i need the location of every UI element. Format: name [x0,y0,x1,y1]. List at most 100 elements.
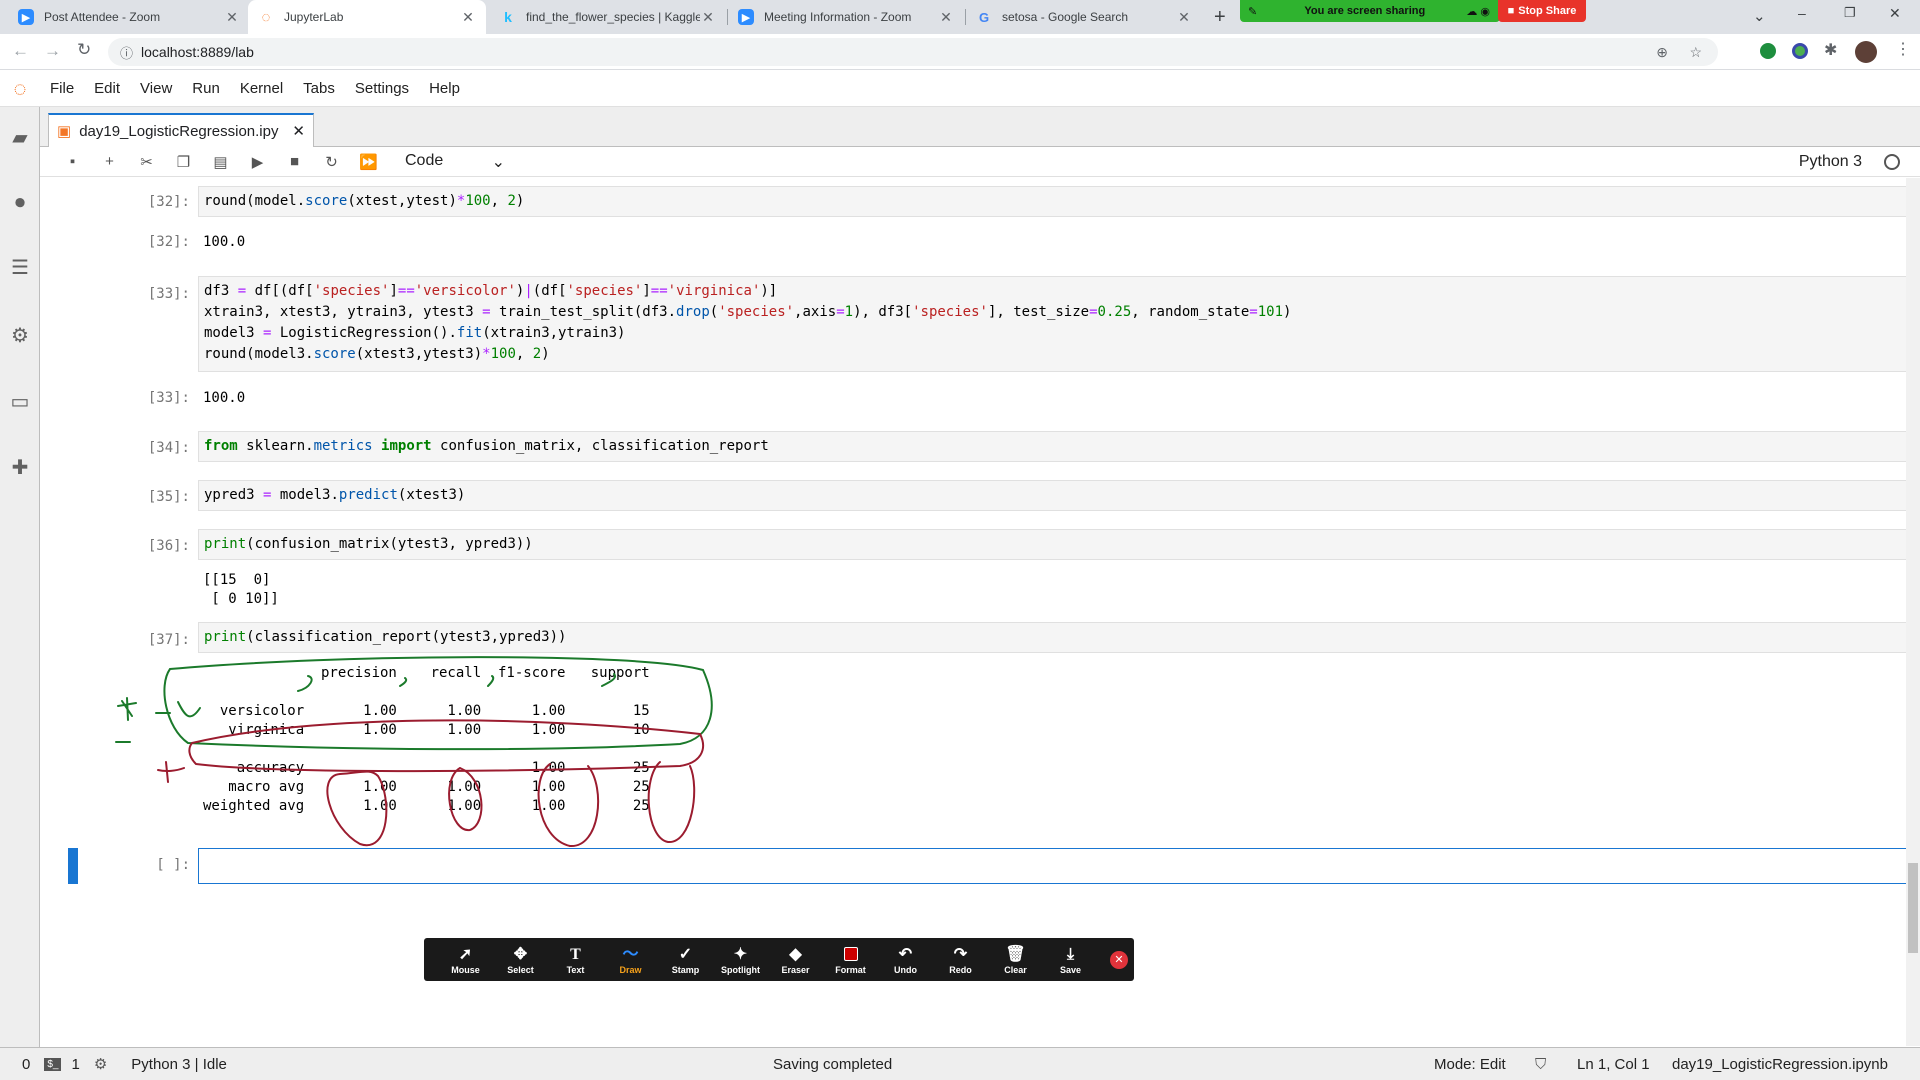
zoom-annotation-toolbar: ➚ Mouse ✥ Select T Text 〜 Draw ✓ Stamp ✦ Spotl… [424,938,1134,981]
running-icon[interactable]: ⏺ [6,189,34,217]
text-tool[interactable]: T Text [548,945,603,975]
scrollbar-thumb[interactable] [1908,863,1918,953]
eraser-icon: ◆ [789,945,802,963]
back-icon[interactable]: ← [12,41,29,61]
format-tool[interactable]: Format [823,945,878,975]
empty-code-cell[interactable] [198,848,1916,884]
file-name: day19_LogisticRegression.ipynb [1672,1055,1888,1073]
select-tool[interactable]: ✥ Select [493,945,548,975]
window-close-icon[interactable]: ✕ [1889,5,1901,22]
run-icon[interactable]: ▶ [239,153,276,171]
spotlight-tool[interactable]: ✦ Spotlight [713,945,768,975]
menu-settings[interactable]: Settings [345,80,419,97]
chevron-down-icon: ⌄ [491,153,505,171]
screen-sharing-banner[interactable]: ✎ You are screen sharing ☁ ◉ [1240,0,1500,22]
extension-icon[interactable] [1760,43,1776,59]
close-tab-icon[interactable]: ✕ [224,9,240,26]
extension-manager-icon[interactable]: ✚ [6,453,34,481]
notebook-panel: [32]: round(model.score(xtest,ytest)*100… [40,178,1920,1046]
menu-edit[interactable]: Edit [84,80,130,97]
redo-icon: ↷ [953,945,968,963]
stamp-tool[interactable]: ✓ Stamp [658,945,713,975]
browser-tab-strip: ▶ Post Attendee - Zoom ✕ ◌ JupyterLab ✕ k … [0,0,1920,34]
kernel-name[interactable]: Python 3 [1799,153,1862,171]
extension-icon[interactable] [1792,43,1808,59]
browser-tab-jupyterlab[interactable]: ◌ JupyterLab ✕ [248,0,486,34]
tab-search-icon[interactable]: ⌄ [1753,7,1766,25]
eraser-tool[interactable]: ◆ Eraser [768,945,823,975]
spotlight-icon: ✦ [733,945,748,963]
jupyter-logo-icon: ◌ [13,75,27,101]
vertical-scrollbar[interactable] [1906,178,1920,1046]
fast-forward-icon[interactable]: ⏩ [350,153,387,171]
active-cell-indicator [68,848,78,884]
terminal-icon[interactable]: $_ [44,1057,62,1071]
clear-button[interactable]: 🗑 Clear [988,945,1043,975]
minimize-icon[interactable]: – [1798,5,1806,21]
cursor-position[interactable]: Ln 1, Col 1 [1577,1056,1650,1073]
kernel-status[interactable]: Python 3 | Idle [131,1056,227,1073]
pen-annotations [115,656,713,848]
close-annotation-icon[interactable]: ✕ [1110,950,1128,969]
menu-tabs[interactable]: Tabs [293,80,345,97]
undo-button[interactable]: ↶ Undo [878,945,933,975]
notebook-tab[interactable]: ▣ day19_LogisticRegression.ipy ✕ [48,113,314,147]
menu-help[interactable]: Help [419,80,470,97]
color-swatch-icon [843,945,858,965]
save-icon[interactable]: ▪ [54,153,91,170]
menu-run[interactable]: Run [182,80,230,97]
close-tab-icon[interactable]: ✕ [938,9,954,26]
notebook-icon: ▣ [57,123,72,140]
info-icon: ⓘ [120,45,134,61]
close-tab-icon[interactable]: ✕ [700,9,716,26]
mouse-tool[interactable]: ➚ Mouse [438,945,493,975]
draw-icon: 〜 [622,945,639,963]
forward-icon[interactable]: → [44,41,61,61]
paste-icon[interactable]: ▤ [202,153,239,171]
puzzle-icon[interactable]: ✱ [1824,40,1837,60]
property-inspector-icon[interactable]: ⚙ [6,321,34,349]
tabs-icon[interactable]: ▭ [6,387,34,415]
avatar[interactable] [1855,41,1877,63]
close-icon[interactable]: ✕ [292,122,305,140]
restore-icon[interactable]: ❐ [1844,5,1856,21]
kebab-menu-icon[interactable]: ⋮ [1895,39,1911,59]
restart-icon[interactable]: ↻ [313,153,350,171]
stop-icon[interactable]: ■ [276,153,313,170]
cut-icon[interactable]: ✂ [128,153,165,171]
redo-button[interactable]: ↷ Redo [933,945,988,975]
menu-view[interactable]: View [130,80,182,97]
save-annotation-button[interactable]: ⤓ Save [1043,945,1098,975]
browser-tab-zoom-attendee[interactable]: ▶ Post Attendee - Zoom ✕ [8,0,250,34]
bookmark-star-icon[interactable]: ☆ [1689,44,1702,61]
browser-tab-zoom-meeting[interactable]: ▶ Meeting Information - Zoom ✕ [728,0,964,34]
download-icon: ⤓ [1066,945,1075,963]
share-icon: ✎ [1248,5,1258,18]
kaggle-icon: k [504,9,512,25]
close-tab-icon[interactable]: ✕ [1176,9,1192,26]
stop-share-button[interactable]: ■ Stop Share [1498,0,1586,22]
browser-tab-google[interactable]: G setosa - Google Search ✕ [966,0,1202,34]
cell-type-select[interactable]: Code ⌄ [405,152,505,172]
jupyter-icon: ◌ [261,8,271,26]
cursor-icon: ➚ [458,945,473,963]
address-bar-row: ← → ↻ ⓘ localhost:8889/lab ⊕ ☆ ✱ ⋮ [0,34,1920,70]
zoom-lens-icon[interactable]: ⊕ [1656,44,1668,61]
close-tab-icon[interactable]: ✕ [460,9,476,26]
mode-indicator[interactable]: Mode: Edit [1434,1056,1506,1073]
folder-icon[interactable]: ▰ [6,123,34,151]
reload-icon[interactable]: ↻ [77,40,91,60]
insert-cell-icon[interactable]: + [91,153,128,170]
copy-icon[interactable]: ❐ [165,153,202,171]
kernel-gear-icon[interactable]: ⚙ [94,1055,107,1073]
new-tab-icon[interactable]: + [1214,6,1226,29]
url-field[interactable]: ⓘ localhost:8889/lab ⊕ ☆ [108,38,1718,66]
notebook-toolbar: ▪ + ✂ ❐ ▤ ▶ ■ ↻ ⏩ Code ⌄ Python 3 [40,147,1920,177]
commands-icon[interactable]: ☰ [6,253,34,281]
text-icon: T [570,945,581,963]
input-prompt: [ ]: [156,857,190,873]
menu-file[interactable]: File [40,80,84,97]
draw-tool[interactable]: 〜 Draw [603,945,658,975]
menu-kernel[interactable]: Kernel [230,80,293,97]
browser-tab-kaggle[interactable]: k find_the_flower_species | Kaggle ✕ [490,0,726,34]
